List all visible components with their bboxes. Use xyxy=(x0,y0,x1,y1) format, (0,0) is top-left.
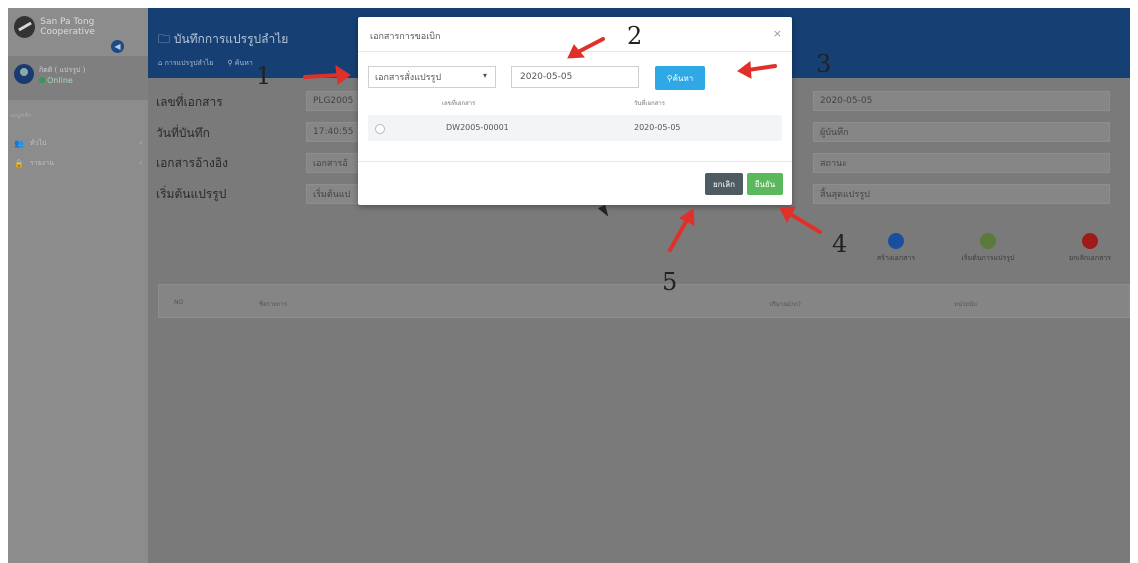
annotation-number-2: 2 xyxy=(627,22,643,50)
annotation-arrow-3 xyxy=(746,64,777,72)
annotation-arrow-4 xyxy=(788,212,822,234)
annotation-arrow-5 xyxy=(668,218,689,252)
annotation-number-4: 4 xyxy=(832,230,848,258)
annotation-arrow-2 xyxy=(576,37,605,54)
annotation-arrows xyxy=(303,37,822,252)
annotation-arrow-1 xyxy=(303,73,342,79)
annotation-arrowhead-3 xyxy=(737,61,752,79)
annotation-arrowhead-1 xyxy=(335,65,351,85)
annotation-number-1: 1 xyxy=(256,62,272,90)
annotation-number-5: 5 xyxy=(662,268,678,296)
annotation-number-3: 3 xyxy=(816,50,832,78)
